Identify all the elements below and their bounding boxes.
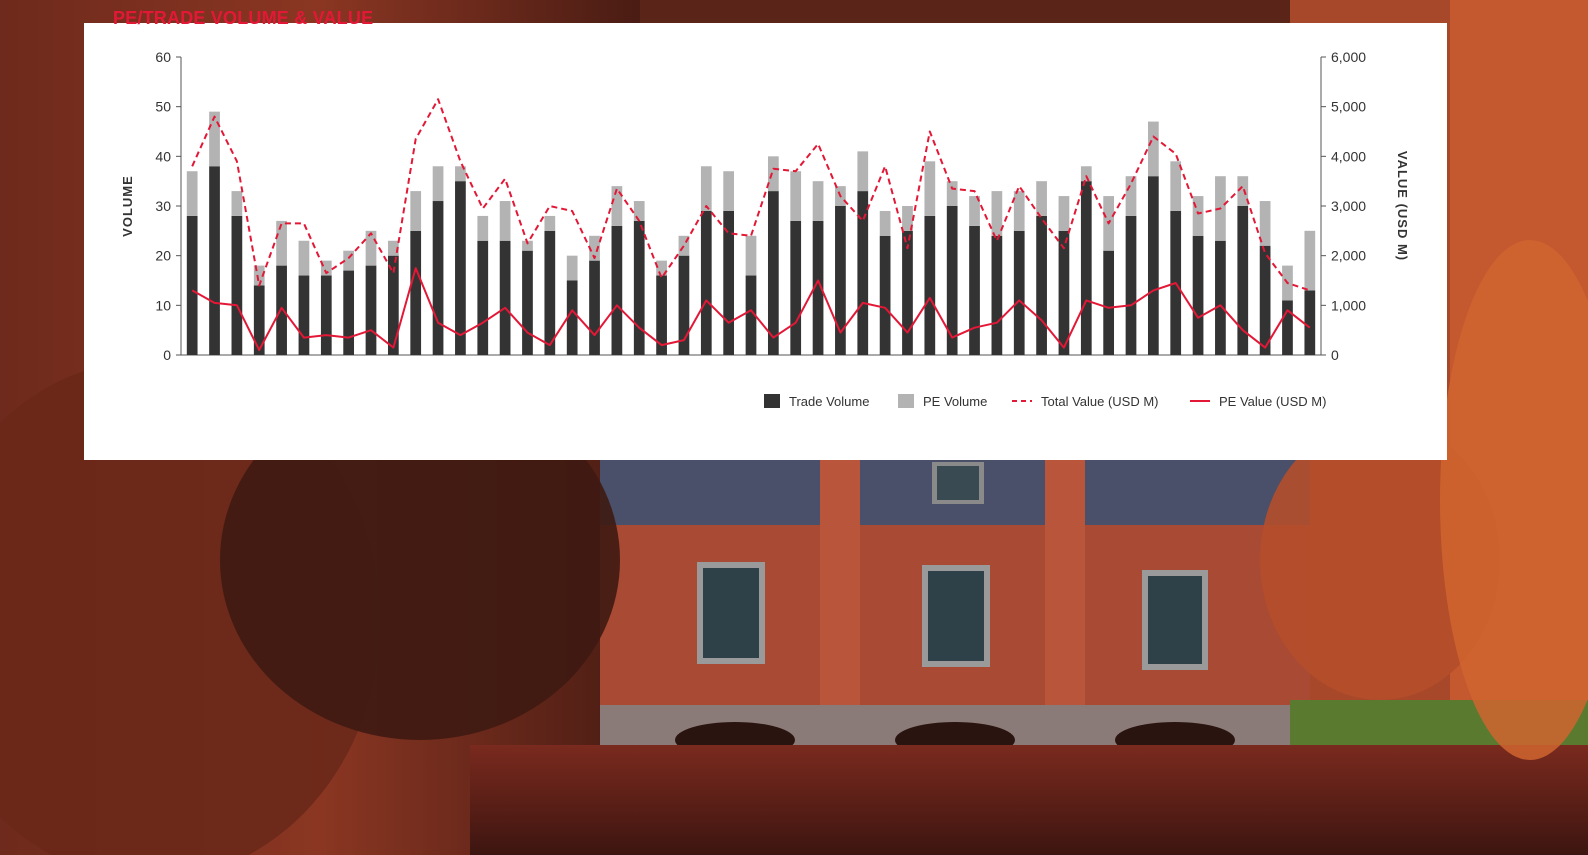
bar-trade-volume: [1058, 230, 1070, 355]
bar-trade-volume: [365, 265, 377, 355]
bar-trade-volume: [1036, 215, 1047, 355]
bar-trade-volume: [589, 260, 600, 355]
bar-pe-volume: [1304, 230, 1316, 291]
bar-trade-volume: [767, 191, 779, 355]
y-tick-label-left: 0: [163, 347, 171, 363]
y-tick-label-right: 1,000: [1331, 297, 1366, 313]
bar-trade-volume: [991, 235, 1003, 355]
legend-trade-volume-label: Trade Volume: [789, 394, 869, 409]
legend-pe-volume-swatch: [898, 394, 914, 408]
bar-pe-volume: [365, 230, 377, 266]
bar-trade-volume: [522, 250, 533, 355]
legend-trade-volume-swatch: [764, 394, 780, 408]
y-tick-label-left: 40: [155, 148, 171, 164]
bar-trade-volume: [1215, 240, 1226, 355]
bar-trade-volume: [633, 220, 645, 355]
bar-pe-volume: [499, 201, 511, 241]
bar-trade-volume: [298, 275, 310, 355]
bar-trade-volume: [499, 240, 511, 355]
bar-pe-volume: [879, 210, 891, 236]
bar-pe-volume: [611, 186, 623, 226]
bar-pe-volume: [186, 171, 198, 216]
bar-trade-volume: [1080, 181, 1092, 355]
legend-pe-value-label: PE Value (USD M): [1219, 394, 1326, 409]
bar-pe-volume: [298, 240, 310, 276]
bar-pe-volume: [723, 171, 735, 211]
bar-pe-volume: [633, 201, 645, 221]
bar-trade-volume: [723, 210, 735, 355]
bar-pe-volume: [276, 220, 287, 266]
bar-pe-volume: [209, 111, 220, 167]
bar-trade-volume: [969, 225, 980, 355]
bar-pe-volume: [857, 151, 869, 192]
y-axis-title-left: VOLUME: [120, 175, 135, 237]
bar-pe-volume: [566, 255, 578, 281]
bar-trade-volume: [231, 215, 243, 355]
bar-pe-volume: [1080, 166, 1092, 182]
y-tick-label-right: 2,000: [1331, 248, 1366, 264]
bar-trade-volume: [902, 230, 913, 355]
bar-trade-volume: [186, 215, 198, 355]
bar-trade-volume: [700, 210, 712, 355]
bar-trade-volume: [410, 230, 422, 355]
y-axis-title-right: VALUE (USD M): [1395, 151, 1410, 261]
y-tick-label-right: 5,000: [1331, 99, 1366, 115]
y-tick-label-right: 3,000: [1331, 198, 1366, 214]
y-tick-label-right: 0: [1331, 347, 1339, 363]
bar-trade-volume: [276, 265, 287, 355]
bar-pe-volume: [231, 191, 243, 216]
legend-total-value-label: Total Value (USD M): [1041, 394, 1159, 409]
bar-trade-volume: [1013, 230, 1025, 355]
bar-pe-volume: [767, 156, 779, 192]
bar-trade-volume: [477, 240, 489, 355]
bar-trade-volume: [544, 230, 556, 355]
y-tick-label-left: 50: [155, 99, 171, 115]
bar-trade-volume: [1192, 235, 1204, 355]
y-tick-label-left: 10: [155, 297, 171, 313]
bar-trade-volume: [924, 215, 936, 355]
bar-trade-volume: [1282, 300, 1293, 355]
bar-pe-volume: [1147, 121, 1159, 177]
bar-pe-volume: [477, 215, 489, 241]
bar-trade-volume: [1125, 215, 1137, 355]
bar-pe-volume: [812, 181, 824, 221]
bar-trade-volume: [1103, 250, 1115, 355]
bar-pe-volume: [432, 166, 444, 202]
bar-pe-volume: [946, 181, 958, 206]
bar-trade-volume: [611, 225, 623, 355]
bar-pe-volume: [1036, 181, 1047, 216]
legend-pe-volume-label: PE Volume: [923, 394, 987, 409]
bar-trade-volume: [320, 275, 332, 355]
bar-pe-volume: [790, 171, 802, 221]
bar-trade-volume: [1147, 176, 1159, 355]
bar-trade-volume: [209, 166, 220, 355]
bar-pe-volume: [1058, 196, 1070, 231]
y-tick-label-left: 20: [155, 248, 171, 264]
y-tick-label-left: 60: [155, 49, 171, 65]
bar-trade-volume: [432, 201, 444, 355]
bar-pe-volume: [924, 161, 936, 216]
bar-pe-volume: [745, 235, 757, 276]
y-tick-label-right: 6,000: [1331, 49, 1366, 65]
bar-pe-volume: [410, 191, 422, 231]
bar-trade-volume: [455, 181, 466, 355]
bar-trade-volume: [1259, 245, 1271, 355]
bar-pe-volume: [1125, 176, 1137, 216]
bar-pe-volume: [700, 166, 712, 211]
bar-pe-volume: [1170, 161, 1182, 211]
bar-trade-volume: [790, 220, 802, 355]
y-tick-label-right: 4,000: [1331, 148, 1366, 164]
bar-pe-volume: [1013, 191, 1025, 231]
bar-trade-volume: [879, 235, 891, 355]
bar-trade-volume: [1304, 290, 1316, 355]
bar-pe-volume: [544, 215, 556, 231]
combo-chart: 0 10 20 30 40 50 60 0 1,000 2,000 3,000 4,000 5,000 6…: [120, 49, 1410, 409]
bar-trade-volume: [343, 270, 355, 355]
y-tick-label-left: 30: [155, 198, 171, 214]
